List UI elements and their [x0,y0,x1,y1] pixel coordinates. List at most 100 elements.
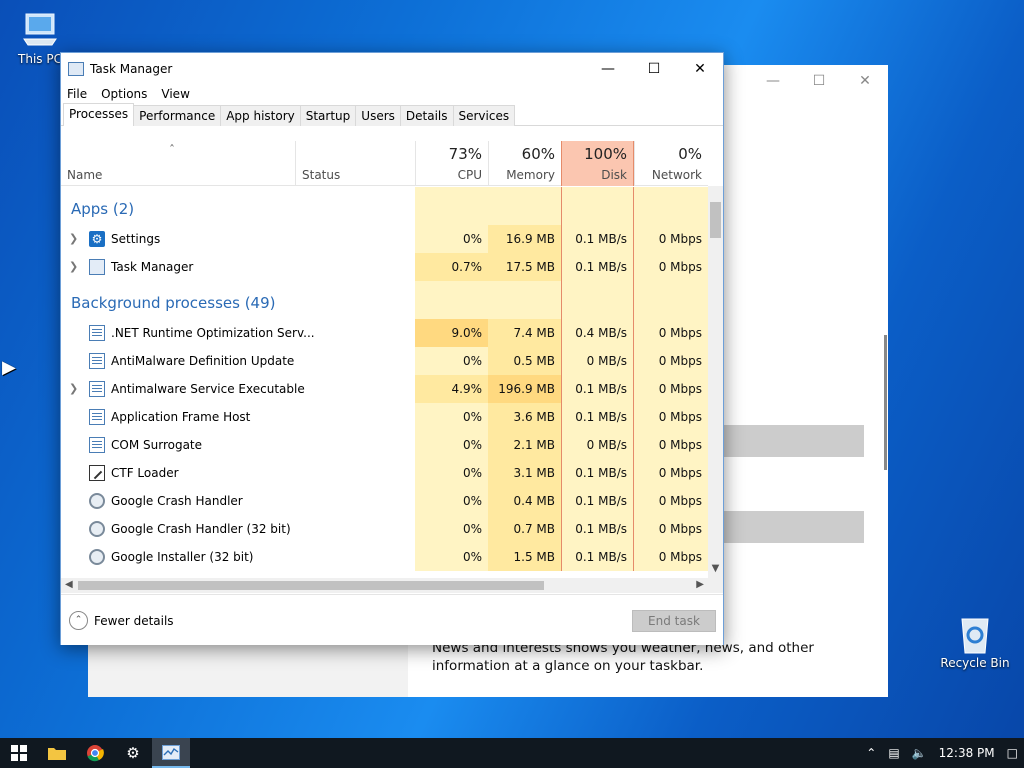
column-header-memory[interactable]: 60% Memory [488,141,561,186]
menu-file[interactable]: File [67,87,87,101]
process-row[interactable]: 4.9% 196.9 MB 0.1 MB/s 0 Mbps ❯ Antimalware S… [61,375,708,403]
expand-chevron-icon[interactable]: ❯ [69,232,78,245]
action-center-icon[interactable]: □ [1007,746,1018,760]
group-header[interactable]: Background processes (49) [61,281,708,319]
chevron-up-icon[interactable]: ⌃ [69,611,88,630]
column-header-cpu[interactable]: 73% CPU [415,141,488,186]
fewer-details-link[interactable]: Fewer details [94,614,174,628]
maximize-icon[interactable]: ☐ [796,65,842,97]
process-disk-cell: 0 MB/s [561,431,634,459]
scrollbar-corner [708,578,723,593]
process-name: AntiMalware Definition Update [111,354,295,368]
settings-window-controls: — ☐ ✕ [750,65,888,97]
process-row[interactable]: 0% 1.5 MB 0.1 MB/s 0 Mbps Google Installer (… [61,543,708,571]
chrome-button[interactable] [76,738,114,768]
scroll-right-arrow-icon[interactable]: ▶ [696,579,704,590]
tab-performance[interactable]: Performance [133,105,222,126]
process-row[interactable]: 0.7% 17.5 MB 0.1 MB/s 0 Mbps ❯ Task Manager [61,253,708,281]
settings-option-bar[interactable] [724,511,864,543]
horizontal-scrollbar[interactable]: ◀ ▶ [61,578,708,593]
file-explorer-button[interactable] [38,738,76,768]
clock[interactable]: 12:38 PM [939,746,995,760]
tab-users[interactable]: Users [355,105,401,126]
process-row[interactable]: 0% 2.1 MB 0 MB/s 0 Mbps COM Surrogate [61,431,708,459]
task-manager-window: Task Manager — ☐ ✕ File Options View Pro… [60,52,724,645]
folder-icon [48,748,66,760]
sort-ascending-icon: ˆ [169,143,175,157]
menu-view[interactable]: View [161,87,189,101]
scroll-down-arrow-icon[interactable]: ▼ [708,563,723,578]
volume-muted-icon[interactable]: 🔈 [912,746,927,760]
column-header-disk[interactable]: 100% Disk [561,141,634,186]
service-window-icon [89,437,105,453]
desktop-icon-recycle-bin[interactable]: Recycle Bin [940,612,1010,670]
close-button[interactable]: ✕ [677,53,723,84]
close-icon[interactable]: ✕ [842,65,888,97]
title-bar[interactable]: Task Manager — ☐ ✕ [61,53,723,84]
mouse-cursor-icon: ▶ [2,357,16,378]
process-name: .NET Runtime Optimization Serv... [111,326,315,340]
task-manager-icon [68,61,84,76]
column-header-network[interactable]: 0% Network [634,141,708,186]
horizontal-scroll-thumb[interactable] [78,581,544,590]
column-header-name[interactable]: ˆ Name [61,141,295,186]
process-row[interactable]: 0% 16.9 MB 0.1 MB/s 0 Mbps ❯ ⚙ Settings [61,225,708,253]
expand-chevron-icon[interactable]: ❯ [69,260,78,273]
process-cpu-value: 0% [462,354,482,368]
gear-icon: ⚙ [126,744,140,762]
maximize-button[interactable]: ☐ [631,53,677,84]
chrome-icon [87,745,104,762]
column-header-status[interactable]: Status [295,141,415,186]
windows-logo-icon [11,745,27,761]
process-name: Antimalware Service Executable [111,382,305,396]
google-update-icon [89,493,105,509]
tab-startup[interactable]: Startup [299,105,357,126]
settings-scrollbar[interactable] [884,335,887,470]
process-disk-cell: 0.4 MB/s [561,319,634,347]
process-row[interactable]: 0% 0.4 MB 0.1 MB/s 0 Mbps Google Crash Handl… [61,487,708,515]
expand-chevron-icon[interactable]: ❯ [69,382,78,395]
process-net-cell: 0 Mbps [634,253,708,281]
process-mem-value: 1.5 MB [513,550,555,564]
service-window-icon [89,409,105,425]
process-net-cell: 0 Mbps [634,487,708,515]
process-disk-value: 0.1 MB/s [575,382,627,396]
process-mem-value: 16.9 MB [505,232,555,246]
process-mem-cell: 1.5 MB [488,543,561,571]
minimize-icon[interactable]: — [750,65,796,97]
tab-services[interactable]: Services [452,105,516,126]
process-row[interactable]: 0% 0.7 MB 0.1 MB/s 0 Mbps Google Crash Handl… [61,515,708,543]
process-cpu-cell: 0% [415,543,488,571]
scroll-left-arrow-icon[interactable]: ◀ [65,579,73,590]
end-task-button[interactable]: End task [632,610,716,632]
process-net-cell: 0 Mbps [634,431,708,459]
settings-option-bar[interactable] [724,425,864,457]
tab-app-history[interactable]: App history [220,105,301,126]
group-header[interactable]: Apps (2) [61,187,708,225]
process-name: Task Manager [111,260,194,274]
vertical-scrollbar[interactable]: ▼ [708,186,723,578]
system-tray: ⌃ ▤ 🔈 12:38 PM □ [860,738,1024,768]
show-hidden-icons-chevron-icon[interactable]: ⌃ [866,746,876,760]
process-disk-cell: 0.1 MB/s [561,543,634,571]
process-cpu-value: 9.0% [451,326,483,340]
process-row[interactable]: 9.0% 7.4 MB 0.4 MB/s 0 Mbps .NET Runtime Opt… [61,319,708,347]
vertical-scroll-thumb[interactable] [710,202,721,238]
service-window-icon [89,353,105,369]
menu-options[interactable]: Options [101,87,147,101]
process-net-value: 0 Mbps [658,354,702,368]
tab-processes[interactable]: Processes [63,103,135,126]
network-icon[interactable]: ▤ [888,746,899,760]
group-header-cell [561,187,634,225]
group-header-cell [634,281,708,319]
settings-taskbar-button[interactable]: ⚙ [114,738,152,768]
start-button[interactable] [0,738,38,768]
process-row[interactable]: 0% 3.1 MB 0.1 MB/s 0 Mbps CTF Loader [61,459,708,487]
minimize-button[interactable]: — [585,53,631,84]
process-row[interactable]: 0% 3.6 MB 0.1 MB/s 0 Mbps Application Frame … [61,403,708,431]
process-net-value: 0 Mbps [658,466,702,480]
process-row[interactable]: 0% 0.5 MB 0 MB/s 0 Mbps AntiMalware Definiti… [61,347,708,375]
taskbar: ⚙ ⌃ ▤ 🔈 12:38 PM □ [0,738,1024,768]
task-manager-taskbar-button[interactable] [152,738,190,768]
tab-details[interactable]: Details [399,105,454,126]
